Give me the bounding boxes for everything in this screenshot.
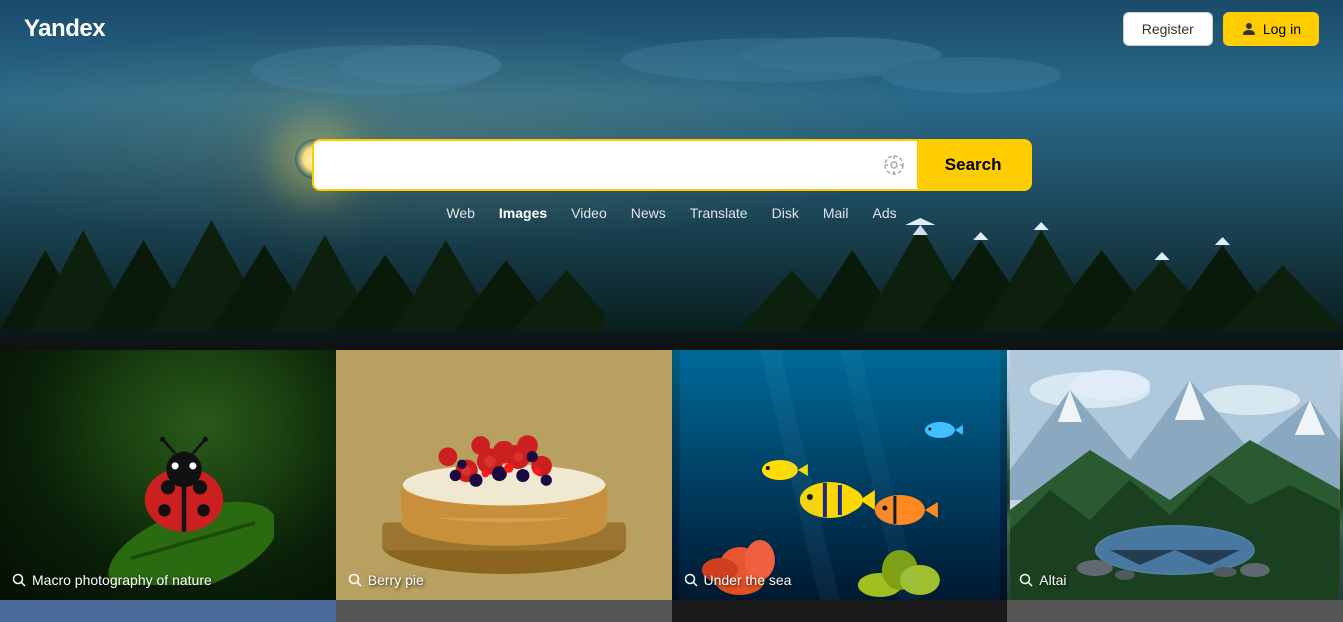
- nav-video[interactable]: Video: [571, 205, 607, 221]
- gallery: Macro photography of nature: [0, 350, 1343, 600]
- sea-image: [672, 350, 1008, 600]
- nav-ads[interactable]: Ads: [873, 205, 897, 221]
- bottom-strip-1: [0, 600, 336, 622]
- ladybug-illustration: [94, 425, 274, 585]
- header-buttons: Register Log in: [1123, 12, 1319, 46]
- logo: Yandex: [24, 15, 105, 43]
- bottom-strip-2: [336, 600, 672, 622]
- gallery-item-berry-pie[interactable]: Berry pie: [336, 350, 672, 600]
- camera-search-button[interactable]: [871, 146, 917, 184]
- ladybug-label: Macro photography of nature: [12, 572, 212, 588]
- trees-right: [739, 210, 1343, 330]
- altai-label: Altai: [1019, 572, 1066, 588]
- gallery-item-ladybug[interactable]: Macro photography of nature: [0, 350, 336, 600]
- hero-bottom-bar: [0, 330, 1343, 350]
- nav-mail[interactable]: Mail: [823, 205, 849, 221]
- sea-illustration: [672, 350, 1008, 600]
- gallery-item-altai[interactable]: Altai: [1007, 350, 1343, 600]
- header: Yandex Register Log in: [0, 0, 1343, 58]
- gallery-item-sea[interactable]: Under the sea: [672, 350, 1008, 600]
- search-icon-altai: [1019, 573, 1033, 587]
- nav-translate[interactable]: Translate: [690, 205, 748, 221]
- altai-image: [1007, 350, 1343, 600]
- login-button[interactable]: Log in: [1223, 12, 1319, 46]
- berry-pie-image: [336, 350, 672, 600]
- search-icon-ladybug: [12, 573, 26, 587]
- register-button[interactable]: Register: [1123, 12, 1213, 46]
- altai-illustration: [1007, 350, 1343, 600]
- gallery-bottom-strip: [0, 600, 1343, 622]
- search-icon-sea: [684, 573, 698, 587]
- user-icon: [1241, 21, 1257, 37]
- search-icon-berry-pie: [348, 573, 362, 587]
- search-container: Search Web Images Video News Translate D…: [312, 139, 1032, 221]
- trees-left: [0, 210, 604, 330]
- berry-pie-label: Berry pie: [348, 572, 424, 588]
- nav-web[interactable]: Web: [446, 205, 475, 221]
- nav-news[interactable]: News: [631, 205, 666, 221]
- nav-images[interactable]: Images: [499, 205, 547, 221]
- sea-label: Under the sea: [684, 572, 792, 588]
- search-input[interactable]: [314, 142, 871, 188]
- nav-links: Web Images Video News Translate Disk Mai…: [446, 205, 896, 221]
- search-button[interactable]: Search: [917, 141, 1030, 189]
- bottom-strip-4: [1007, 600, 1343, 622]
- berry-pie-illustration: [353, 363, 655, 588]
- camera-icon: [883, 154, 905, 176]
- nav-disk[interactable]: Disk: [772, 205, 799, 221]
- bottom-strip-3: [672, 600, 1008, 622]
- ladybug-image: [0, 350, 336, 600]
- search-box: Search: [312, 139, 1032, 191]
